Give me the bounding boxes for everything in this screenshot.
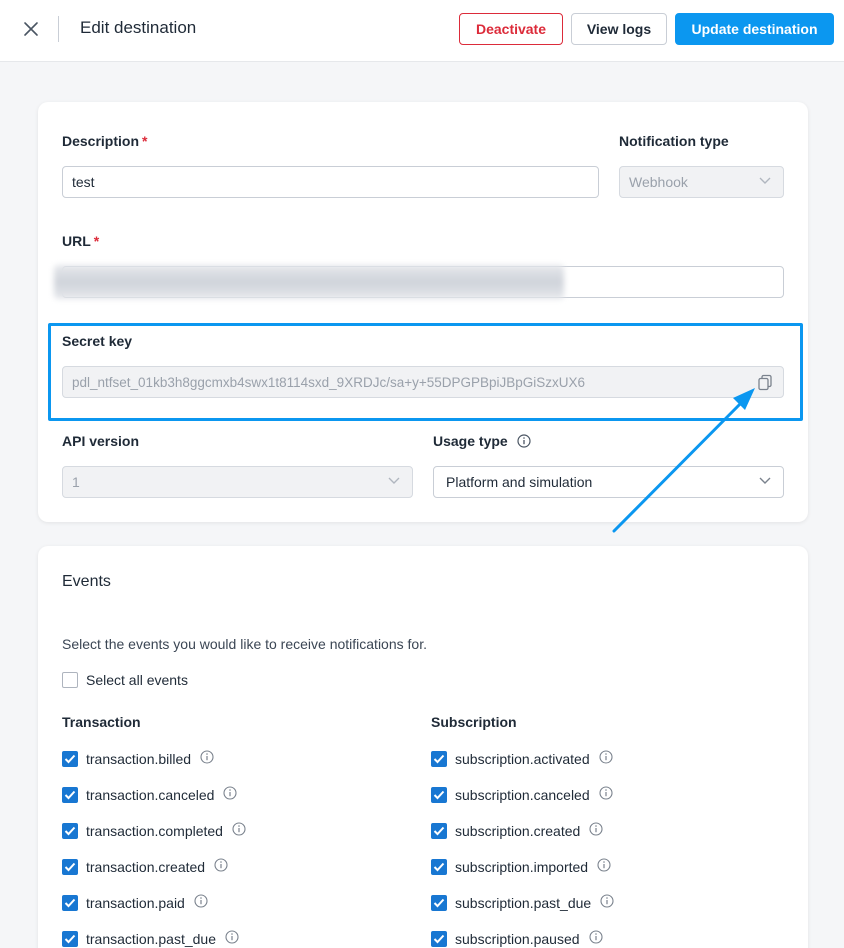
select-all-checkbox[interactable]: [62, 672, 78, 688]
transaction-event-item[interactable]: transaction.billed: [62, 750, 214, 767]
event-checkbox[interactable]: [431, 822, 447, 839]
api-version-label: API version: [62, 433, 140, 449]
redacted-url-blur: [54, 265, 564, 299]
events-card: [38, 546, 808, 948]
info-icon[interactable]: [214, 858, 228, 875]
notification-type-value: Webhook: [629, 174, 688, 190]
event-checkbox[interactable]: [431, 858, 447, 875]
event-label: transaction.created: [86, 858, 206, 875]
select-all-events[interactable]: Select all events: [62, 672, 188, 688]
transaction-heading: Transaction: [62, 714, 141, 730]
transaction-event-item[interactable]: transaction.completed: [62, 822, 246, 839]
event-checkbox[interactable]: [431, 786, 447, 803]
event-checkbox[interactable]: [62, 894, 78, 911]
event-checkbox[interactable]: [62, 822, 78, 839]
info-icon[interactable]: [200, 750, 214, 767]
event-label: transaction.completed: [86, 822, 223, 839]
api-version-value: 1: [72, 474, 80, 490]
secret-key-highlight-box: [48, 323, 803, 421]
events-title: Events: [62, 573, 111, 590]
info-icon[interactable]: [225, 930, 239, 947]
usage-type-value: Platform and simulation: [446, 474, 593, 490]
url-label: URL *: [62, 233, 100, 249]
event-label: subscription.paused: [455, 930, 580, 947]
destination-settings-card: [38, 102, 808, 522]
transaction-event-item[interactable]: transaction.paid: [62, 894, 208, 911]
subscription-event-item[interactable]: subscription.created: [431, 822, 603, 839]
subscription-event-item[interactable]: subscription.activated: [431, 750, 613, 767]
api-version-select: 1: [62, 466, 413, 498]
info-icon[interactable]: [597, 858, 611, 875]
subscription-heading: Subscription: [431, 714, 517, 730]
event-checkbox[interactable]: [431, 930, 447, 947]
info-icon[interactable]: [589, 822, 603, 839]
event-checkbox[interactable]: [62, 750, 78, 767]
usage-type-select[interactable]: Platform and simulation: [433, 466, 784, 498]
event-label: transaction.paid: [86, 894, 185, 911]
header-divider: [58, 16, 59, 42]
view-logs-button[interactable]: View logs: [571, 13, 667, 45]
update-destination-button[interactable]: Update destination: [675, 13, 834, 45]
deactivate-button[interactable]: Deactivate: [459, 13, 563, 45]
info-icon[interactable]: [232, 822, 246, 839]
info-icon[interactable]: [599, 786, 613, 803]
event-checkbox[interactable]: [431, 894, 447, 911]
top-bar: Edit destination Deactivate View logs Up…: [0, 0, 844, 62]
notification-type-select: Webhook: [619, 166, 784, 198]
chevron-down-icon: [759, 477, 771, 484]
event-label: subscription.imported: [455, 858, 589, 875]
description-label: Description *: [62, 133, 148, 149]
notification-type-label: Notification type: [619, 133, 729, 149]
event-label: subscription.past_due: [455, 894, 592, 911]
event-label: subscription.activated: [455, 750, 590, 767]
event-label: transaction.billed: [86, 750, 192, 767]
subscription-event-item[interactable]: subscription.paused: [431, 930, 603, 947]
event-label: subscription.created: [455, 822, 581, 839]
subscription-event-item[interactable]: subscription.imported: [431, 858, 611, 875]
transaction-event-item[interactable]: transaction.created: [62, 858, 228, 875]
chevron-down-icon: [759, 177, 771, 184]
event-checkbox[interactable]: [62, 930, 78, 947]
usage-type-label: Usage type: [433, 433, 531, 449]
chevron-down-icon: [388, 477, 400, 484]
close-icon[interactable]: [18, 16, 44, 42]
transaction-event-item[interactable]: transaction.canceled: [62, 786, 237, 803]
subscription-event-item[interactable]: subscription.canceled: [431, 786, 613, 803]
events-helper-text: Select the events you would like to rece…: [62, 636, 427, 652]
event-checkbox[interactable]: [431, 750, 447, 767]
subscription-event-item[interactable]: subscription.past_due: [431, 894, 614, 911]
event-label: transaction.past_due: [86, 930, 216, 947]
info-icon[interactable]: [194, 894, 208, 911]
info-icon[interactable]: [516, 434, 531, 448]
event-checkbox[interactable]: [62, 786, 78, 803]
transaction-event-item[interactable]: transaction.past_due: [62, 930, 239, 947]
info-icon[interactable]: [223, 786, 237, 803]
info-icon[interactable]: [599, 750, 613, 767]
event-label: subscription.canceled: [455, 786, 590, 803]
info-icon[interactable]: [600, 894, 614, 911]
info-icon[interactable]: [588, 930, 603, 947]
description-input[interactable]: test: [62, 166, 599, 198]
event-label: transaction.canceled: [86, 786, 215, 803]
select-all-label: Select all events: [86, 672, 188, 688]
page-title: Edit destination: [80, 18, 197, 37]
event-checkbox[interactable]: [62, 858, 78, 875]
